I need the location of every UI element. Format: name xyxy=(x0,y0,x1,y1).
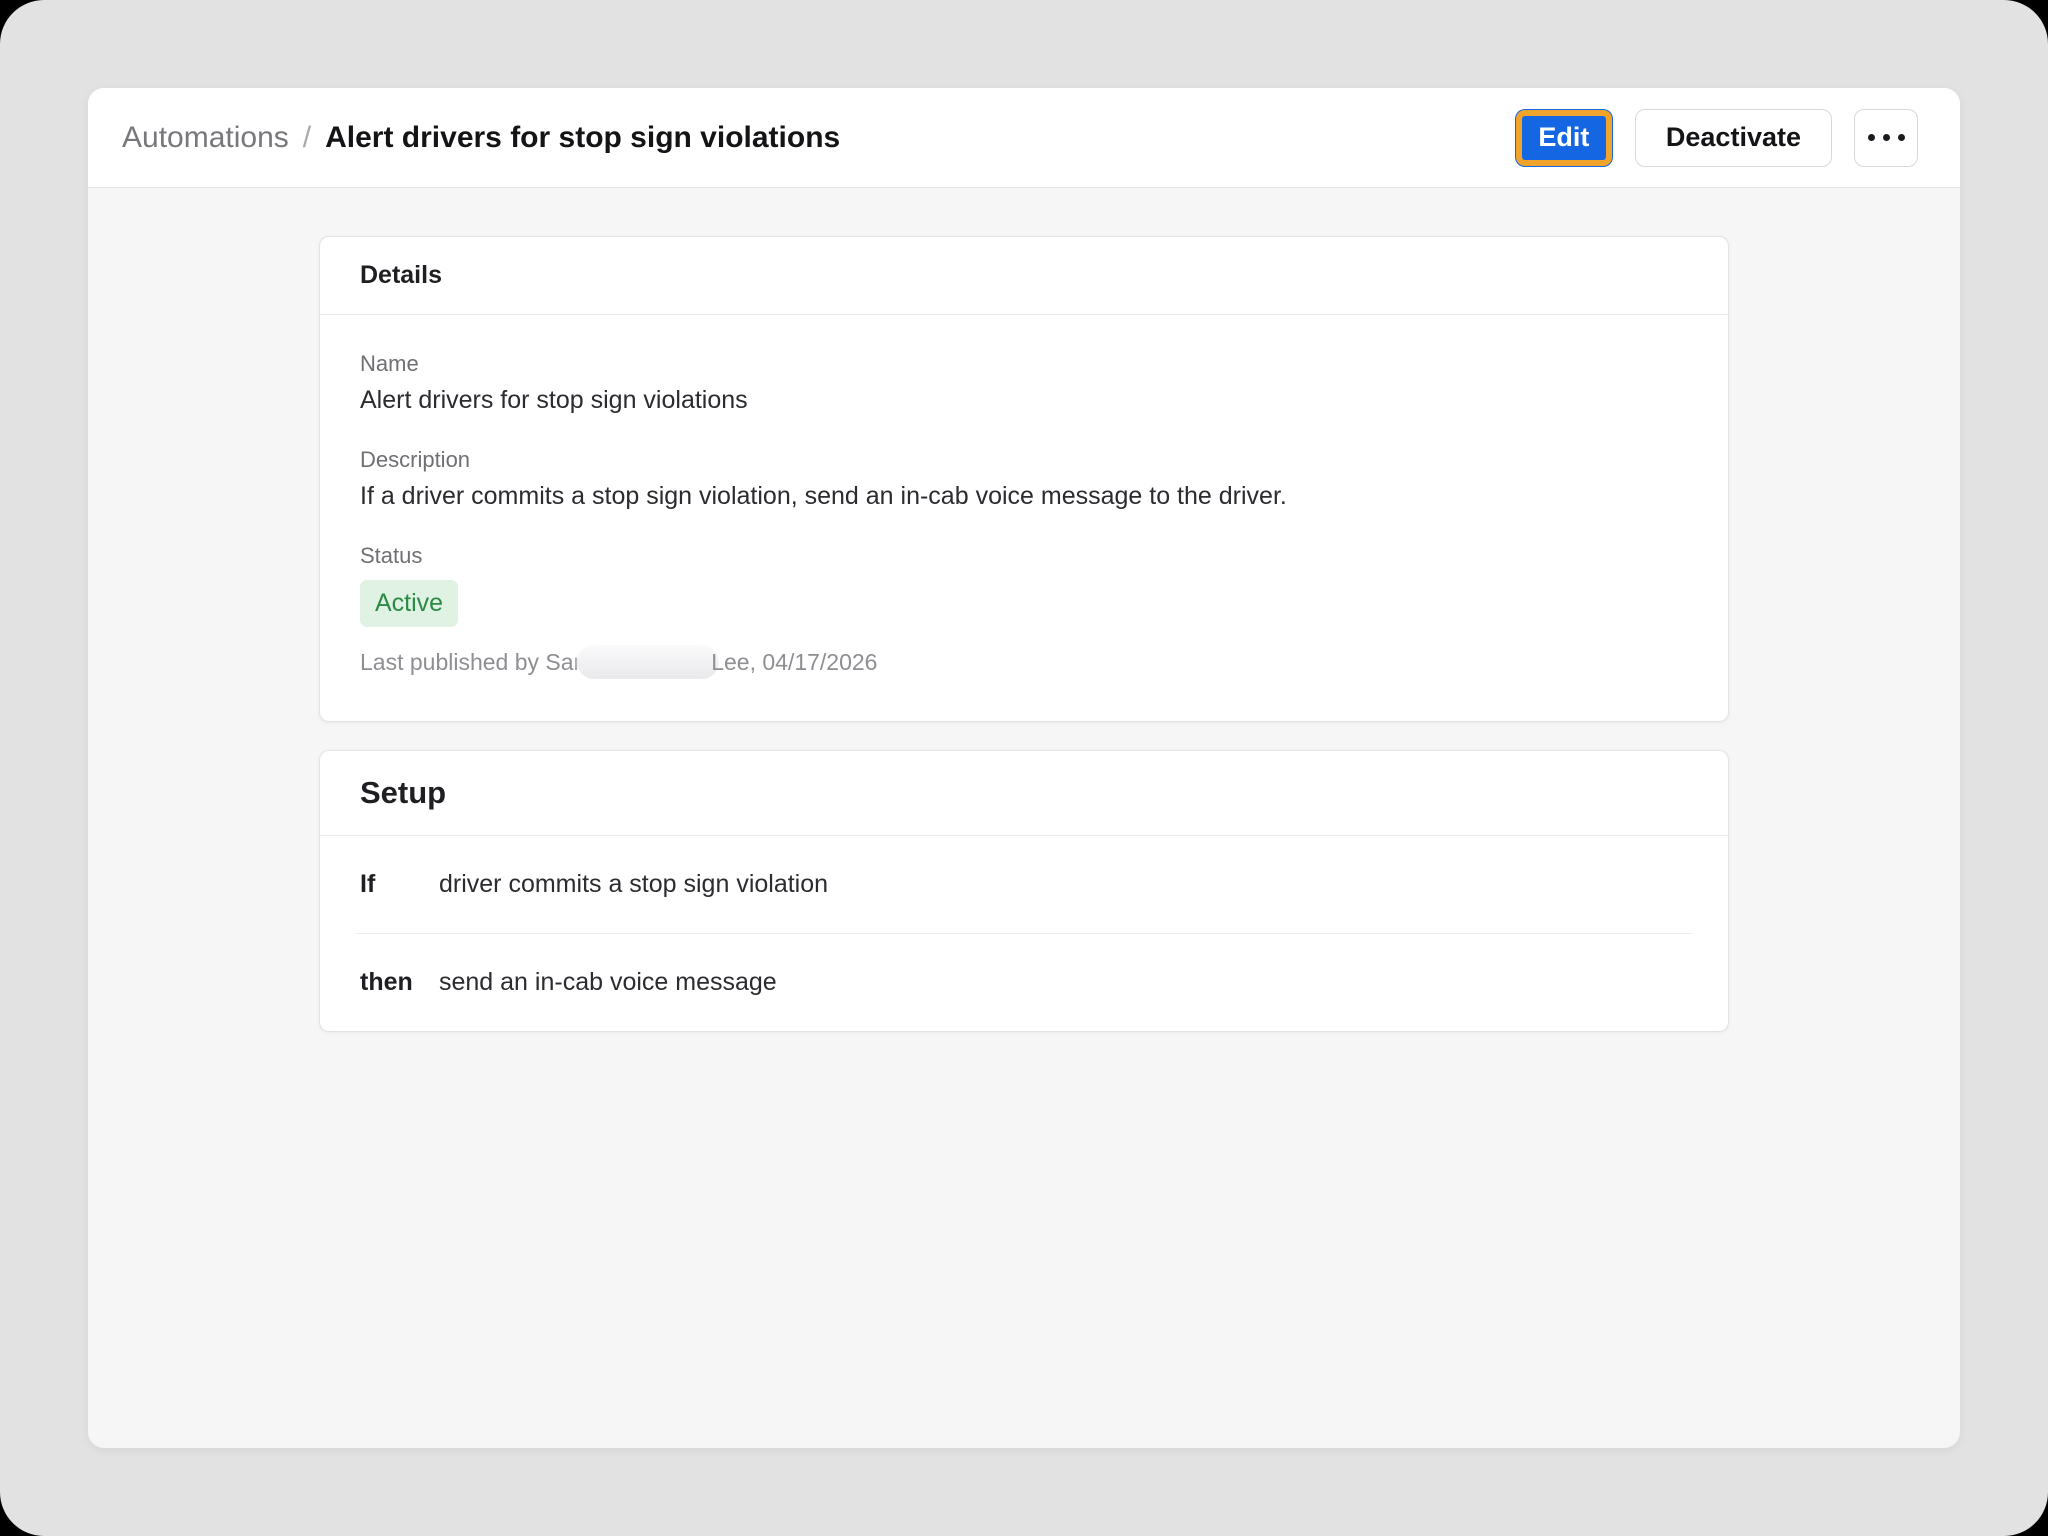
ellipsis-icon xyxy=(1868,134,1875,141)
details-card-body: Name Alert drivers for stop sign violati… xyxy=(320,315,1728,721)
more-options-button[interactable] xyxy=(1854,109,1918,167)
deactivate-button[interactable]: Deactivate xyxy=(1635,109,1832,167)
status-label: Status xyxy=(360,543,1688,569)
desktop-background: Automations / Alert drivers for stop sig… xyxy=(0,0,2048,1536)
last-published-line: Last published by Sar Lee, 04/17/2026 xyxy=(360,645,1688,679)
page-header: Automations / Alert drivers for stop sig… xyxy=(88,88,1960,188)
then-keyword: then xyxy=(360,968,439,997)
ellipsis-icon xyxy=(1883,134,1890,141)
setup-card-title: Setup xyxy=(360,775,1688,811)
description-field: Description If a driver commits a stop s… xyxy=(360,447,1688,511)
breadcrumb-separator: / xyxy=(303,121,311,155)
status-field: Status Active Last published by Sar Lee,… xyxy=(360,543,1688,679)
name-label: Name xyxy=(360,351,1688,377)
last-published-prefix: Last published by Sar xyxy=(360,649,581,676)
app-window: Automations / Alert drivers for stop sig… xyxy=(88,88,1960,1448)
ellipsis-icon xyxy=(1898,134,1905,141)
breadcrumb-automations-link[interactable]: Automations xyxy=(122,121,289,155)
if-keyword: If xyxy=(360,870,439,899)
description-label: Description xyxy=(360,447,1688,473)
name-field: Name Alert drivers for stop sign violati… xyxy=(360,351,1688,415)
edit-button[interactable]: Edit xyxy=(1515,109,1613,167)
page-title: Alert drivers for stop sign violations xyxy=(325,121,840,155)
setup-card-body: If driver commits a stop sign violation … xyxy=(320,836,1728,1031)
breadcrumb: Automations / Alert drivers for stop sig… xyxy=(122,121,840,155)
name-value: Alert drivers for stop sign violations xyxy=(360,386,1688,415)
then-action-text: send an in-cab voice message xyxy=(439,968,777,997)
setup-then-row: then send an in-cab voice message xyxy=(356,934,1692,1031)
details-card-header: Details xyxy=(320,237,1728,315)
setup-if-row: If driver commits a stop sign violation xyxy=(356,836,1692,934)
setup-card-header: Setup xyxy=(320,751,1728,836)
description-value: If a driver commits a stop sign violatio… xyxy=(360,482,1688,511)
if-condition-text: driver commits a stop sign violation xyxy=(439,870,828,899)
header-actions: Edit Deactivate xyxy=(1515,109,1918,167)
redacted-name-blur xyxy=(577,645,719,679)
last-published-suffix: Lee, 04/17/2026 xyxy=(711,649,877,676)
details-card: Details Name Alert drivers for stop sign… xyxy=(319,236,1729,722)
details-card-title: Details xyxy=(360,261,1688,290)
setup-card: Setup If driver commits a stop sign viol… xyxy=(319,750,1729,1032)
page-content: Details Name Alert drivers for stop sign… xyxy=(88,188,1960,1032)
status-badge: Active xyxy=(360,580,458,627)
